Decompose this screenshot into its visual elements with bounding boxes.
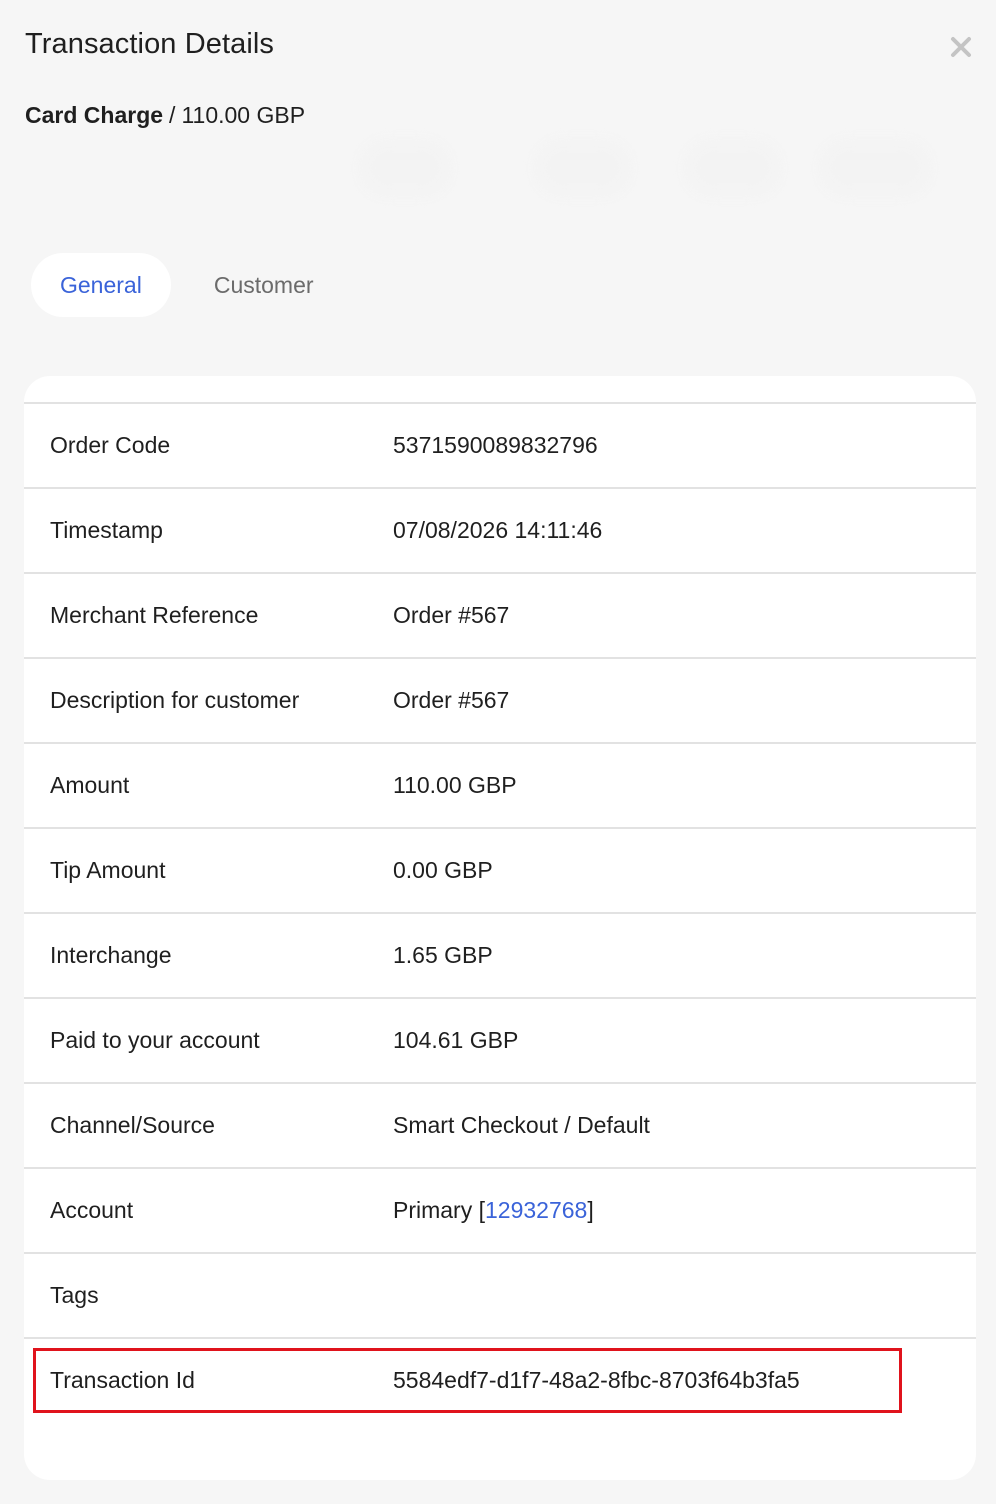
detail-row-merchant-reference: Merchant Reference Order #567 xyxy=(24,572,976,657)
detail-label: Amount xyxy=(50,772,130,798)
detail-row-account: Account Primary [12932768] xyxy=(24,1167,976,1252)
detail-value: 5584edf7-d1f7-48a2-8fbc-8703f64b3fa5 xyxy=(393,1367,800,1393)
detail-row-paid: Paid to your account 104.61 GBP xyxy=(24,997,976,1082)
detail-label: Paid to your account xyxy=(50,1027,260,1053)
ghost-action xyxy=(685,140,780,196)
detail-row-tip-amount: Tip Amount 0.00 GBP xyxy=(24,827,976,912)
detail-label: Description for customer xyxy=(50,687,300,713)
detail-row-channel: Channel/Source Smart Checkout / Default xyxy=(24,1082,976,1167)
detail-label: Order Code xyxy=(50,432,171,458)
ghost-action xyxy=(360,140,450,196)
tab-bar: General Customer xyxy=(31,253,343,317)
page-title: Transaction Details xyxy=(25,28,275,60)
detail-row-description: Description for customer Order #567 xyxy=(24,657,976,742)
close-button[interactable] xyxy=(944,30,978,64)
details-table: Order Code 5371590089832796 Timestamp 07… xyxy=(24,402,976,1422)
detail-value: 5371590089832796 xyxy=(393,432,598,458)
details-card: Order Code 5371590089832796 Timestamp 07… xyxy=(24,376,976,1480)
detail-label: Merchant Reference xyxy=(50,602,259,628)
detail-value: Smart Checkout / Default xyxy=(393,1112,650,1138)
transaction-details-panel: Transaction Details Card Charge/110.00 G… xyxy=(0,0,996,1504)
detail-label: Tip Amount xyxy=(50,857,166,883)
detail-label: Transaction Id xyxy=(50,1367,195,1393)
detail-value: 07/08/2026 14:11:46 xyxy=(393,517,603,543)
detail-row-order-code: Order Code 5371590089832796 xyxy=(24,402,976,487)
detail-row-timestamp: Timestamp 07/08/2026 14:11:46 xyxy=(24,487,976,572)
detail-value: Order #567 xyxy=(393,687,510,713)
detail-value: 0.00 GBP xyxy=(393,857,493,883)
action-buttons-placeholder xyxy=(360,140,940,200)
transaction-summary: Card Charge/110.00 GBP xyxy=(25,102,305,129)
detail-label: Channel/Source xyxy=(50,1112,215,1138)
account-name: Primary xyxy=(393,1197,473,1223)
detail-row-interchange: Interchange 1.65 GBP xyxy=(24,912,976,997)
detail-row-tags: Tags xyxy=(24,1252,976,1337)
detail-row-transaction-id: Transaction Id 5584edf7-d1f7-48a2-8fbc-8… xyxy=(24,1337,976,1422)
detail-label: Interchange xyxy=(50,942,172,968)
transaction-amount: 110.00 GBP xyxy=(181,102,306,128)
detail-value: 110.00 GBP xyxy=(393,772,517,798)
detail-value: 104.61 GBP xyxy=(393,1027,519,1053)
transaction-type: Card Charge xyxy=(25,102,164,128)
detail-row-amount: Amount 110.00 GBP xyxy=(24,742,976,827)
tab-general[interactable]: General xyxy=(31,253,171,317)
account-id-link[interactable]: 12932768 xyxy=(485,1197,587,1223)
close-icon xyxy=(951,37,971,57)
summary-separator: / xyxy=(169,102,176,128)
close-bracket: ] xyxy=(587,1197,594,1223)
ghost-action xyxy=(535,140,630,196)
tab-customer[interactable]: Customer xyxy=(185,253,343,317)
detail-value: Order #567 xyxy=(393,602,510,628)
detail-label: Account xyxy=(50,1197,134,1223)
detail-label: Tags xyxy=(50,1282,99,1308)
ghost-action xyxy=(820,140,930,196)
detail-value: Primary [12932768] xyxy=(393,1197,976,1224)
detail-value: 1.65 GBP xyxy=(393,942,493,968)
detail-label: Timestamp xyxy=(50,517,163,543)
